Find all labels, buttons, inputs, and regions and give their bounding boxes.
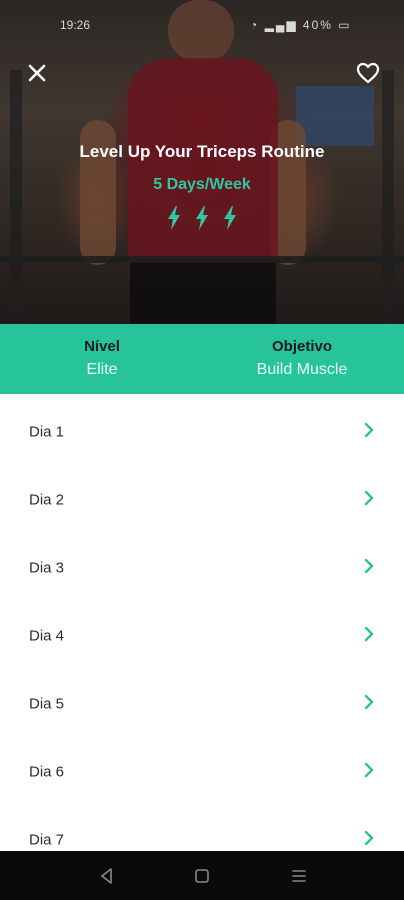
day-row[interactable]: Dia 4 xyxy=(0,598,404,666)
day-list: Dia 1 Dia 2 Dia 3 Dia 4 Dia 5 Dia 6 Dia … xyxy=(0,394,404,851)
day-row[interactable]: Dia 2 xyxy=(0,462,404,530)
system-nav-bar xyxy=(0,851,404,900)
goal-label: Objetivo xyxy=(271,338,332,355)
day-row[interactable]: Dia 6 xyxy=(0,734,404,802)
day-label: Dia 1 xyxy=(29,423,65,441)
chevron-right-icon xyxy=(364,830,374,846)
day-label: Dia 5 xyxy=(29,695,65,713)
level-value: Elite xyxy=(86,361,118,378)
lightning-bolt-icon xyxy=(168,206,180,230)
battery-percent: 40% xyxy=(302,18,333,32)
day-label: Dia 2 xyxy=(29,491,65,509)
intensity-indicator xyxy=(166,206,238,232)
workout-title: Level Up Your Triceps Routine xyxy=(79,142,325,161)
chevron-right-icon xyxy=(364,422,374,438)
status-time: 19:26 xyxy=(60,18,91,32)
close-icon xyxy=(28,64,46,82)
chevron-right-icon xyxy=(364,694,374,710)
day-label: Dia 7 xyxy=(29,831,65,849)
wifi-icon: ◔ xyxy=(250,18,260,32)
goal-value: Build Muscle xyxy=(256,361,348,378)
battery-icon: ▭ xyxy=(338,18,352,32)
lightning-bolt-icon xyxy=(224,206,236,230)
day-label: Dia 4 xyxy=(29,627,65,645)
status-icons: ◔ ▂▄▆ 40% ▭ xyxy=(250,18,352,32)
workout-frequency: 5 Days/Week xyxy=(153,176,251,193)
favorite-button[interactable] xyxy=(352,58,384,88)
triangle-back-icon[interactable] xyxy=(96,865,118,887)
day-row[interactable]: Dia 5 xyxy=(0,666,404,734)
lightning-bolt-icon xyxy=(196,206,208,230)
chevron-right-icon xyxy=(364,626,374,642)
goal-info: Objetivo Build Muscle xyxy=(212,338,392,379)
signal-icon: ▂▄▆ xyxy=(264,18,298,32)
chevron-right-icon xyxy=(364,762,374,778)
close-button[interactable] xyxy=(22,58,52,88)
hero-image-flag xyxy=(296,86,374,146)
chevron-right-icon xyxy=(364,490,374,506)
day-row[interactable]: Dia 1 xyxy=(0,394,404,462)
chevron-right-icon xyxy=(364,558,374,574)
three-lines-menu-icon[interactable] xyxy=(288,865,310,887)
level-label: Nível xyxy=(84,338,120,355)
level-info: Nível Elite xyxy=(12,338,192,379)
hero-image-pants xyxy=(130,262,276,324)
day-row[interactable]: Dia 7 xyxy=(0,802,404,851)
square-home-icon[interactable] xyxy=(191,865,213,887)
day-label: Dia 3 xyxy=(29,559,65,577)
hero-image-rack-left xyxy=(10,70,22,324)
hero-image-barbell xyxy=(0,256,404,263)
hero-image-rack-right xyxy=(382,70,394,324)
day-row[interactable]: Dia 3 xyxy=(0,530,404,598)
day-label: Dia 6 xyxy=(29,763,65,781)
workout-info-band: Nível Elite Objetivo Build Muscle xyxy=(0,324,404,394)
hero-image-shirt xyxy=(128,58,278,268)
heart-outline-icon xyxy=(356,62,380,84)
status-bar: 19:26 ◔ ▂▄▆ 40% ▭ xyxy=(0,0,404,50)
